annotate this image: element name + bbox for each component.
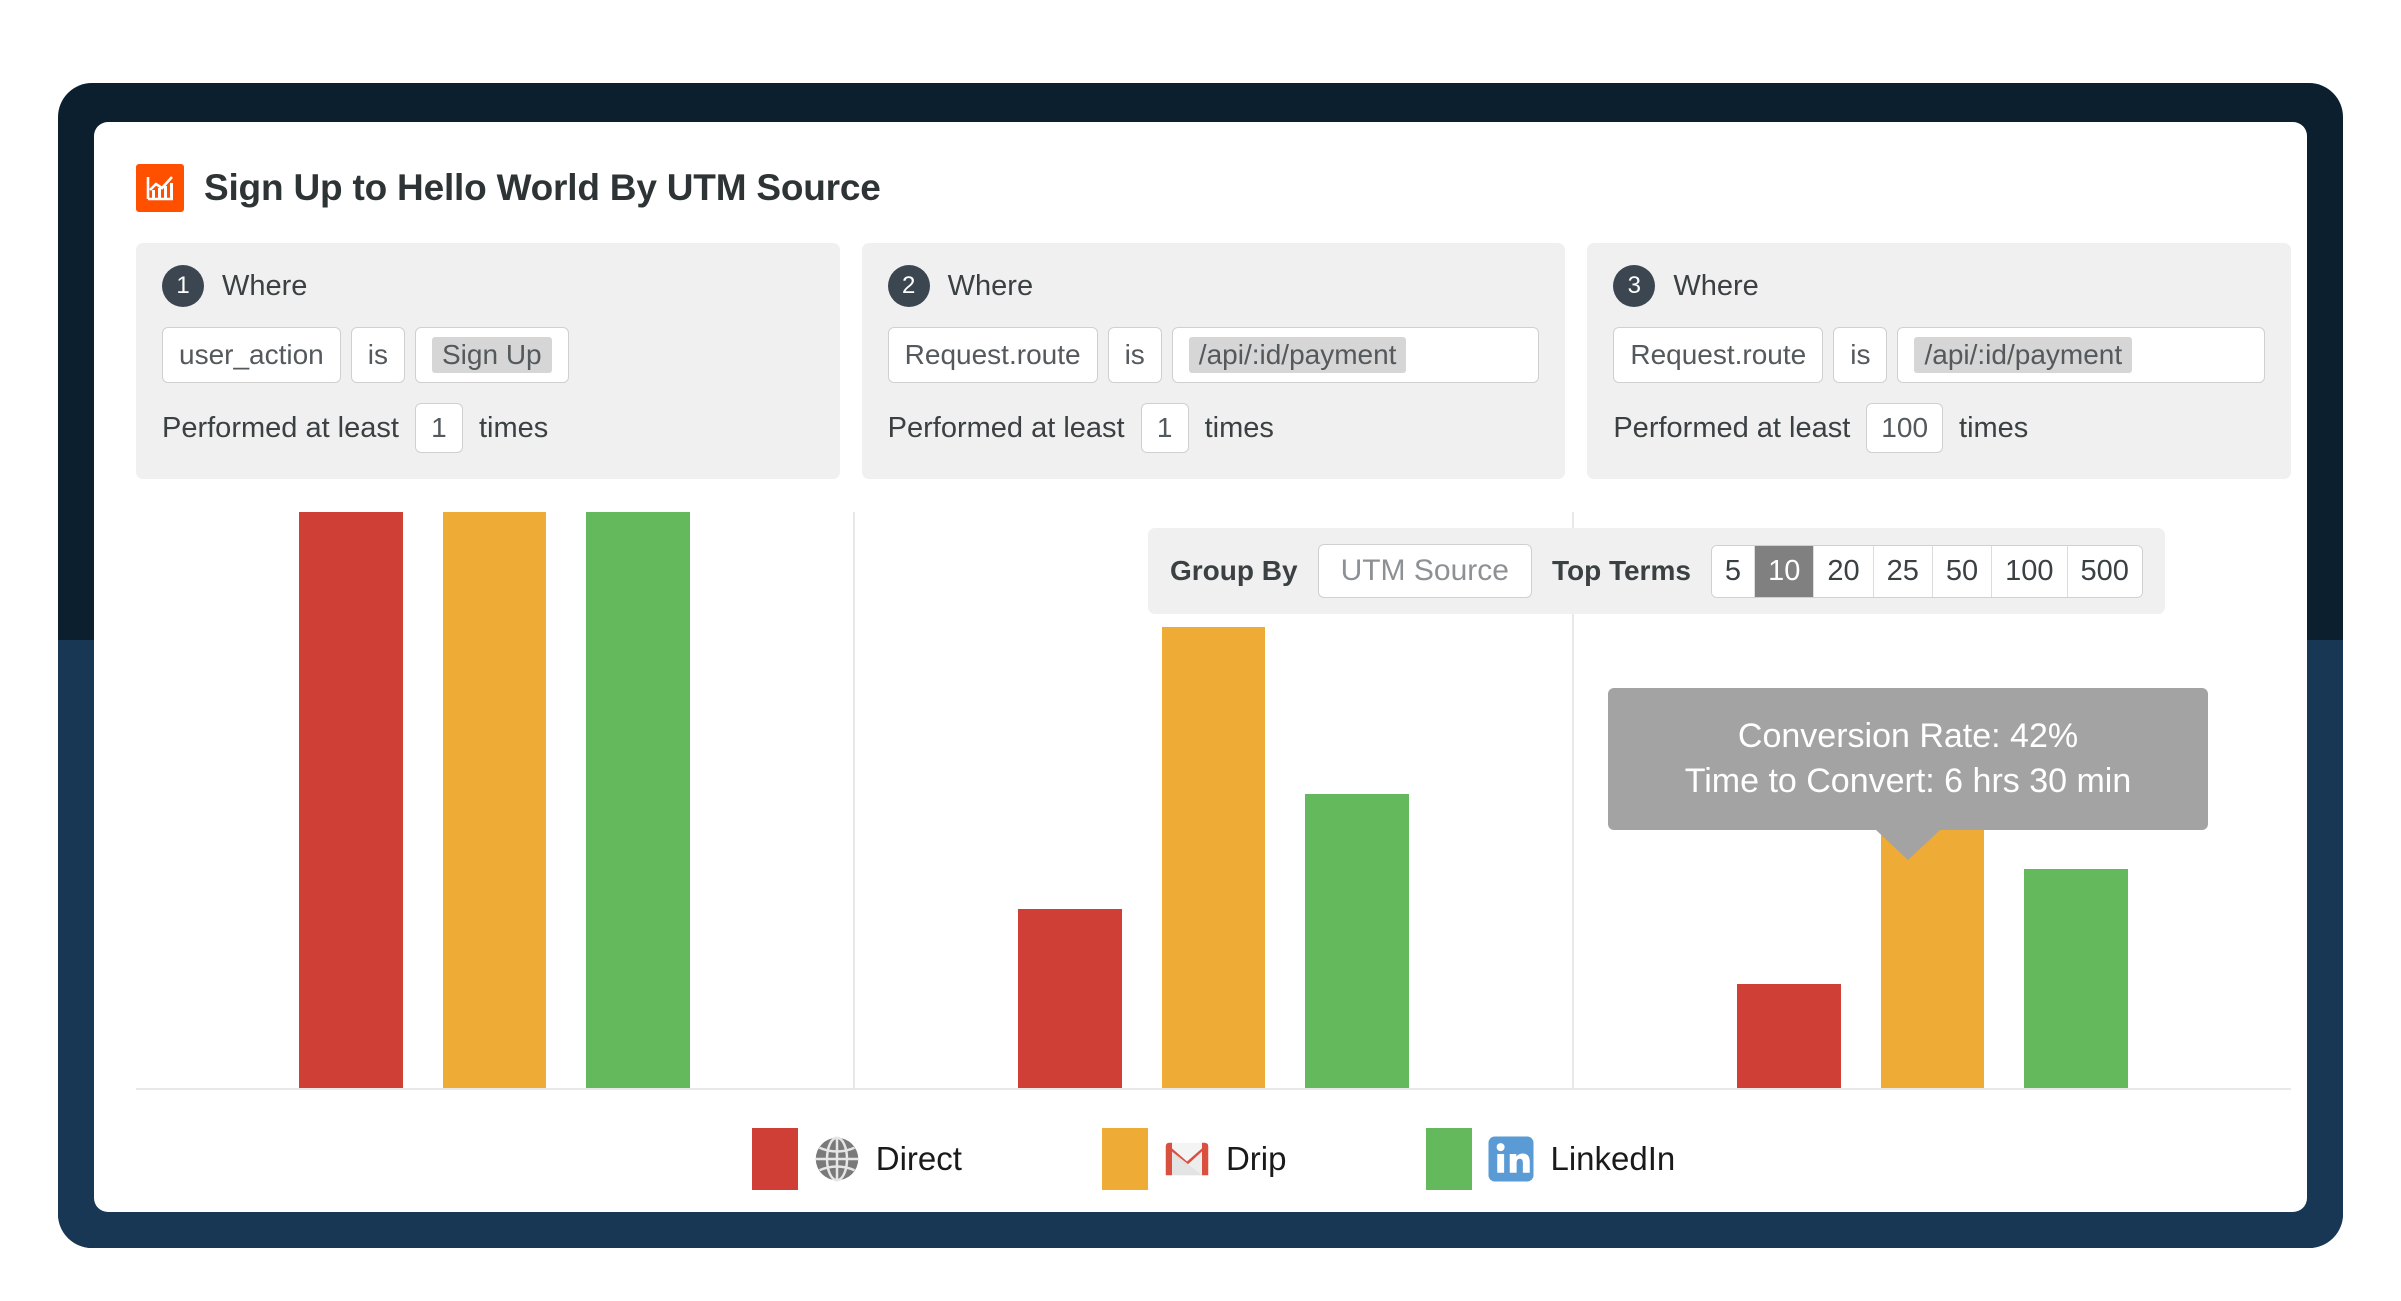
top-terms-label: Top Terms (1551, 555, 1691, 586)
filter-card-1: 1 Where user_action is Sign Up Performed… (136, 243, 840, 479)
page-title: Sign Up to Hello World By UTM Source (204, 167, 881, 208)
operator-select-2[interactable]: is (1107, 327, 1162, 383)
performed-label-3: Performed at least (1613, 411, 1851, 444)
filter-card-2-header: 2 Where (887, 265, 1540, 307)
filter-cards-row: 1 Where user_action is Sign Up Performed… (136, 243, 2292, 479)
performed-row-1: Performed at least 1 times (162, 403, 814, 453)
step-badge-2: 2 (887, 265, 930, 307)
value-input-2[interactable]: /api/:id/payment (1171, 327, 1540, 383)
legend-item-direct[interactable]: Direct (751, 1128, 962, 1190)
bar-direct-2[interactable] (1018, 909, 1122, 1088)
linkedin-icon (1486, 1134, 1536, 1184)
bar-slot (136, 512, 279, 1088)
bar-direct-3[interactable] (1737, 984, 1841, 1088)
filter-card-3-header: 3 Where (1613, 265, 2265, 307)
bar-group-1 (136, 512, 853, 1088)
times-label-3: times (1959, 411, 2029, 444)
bar-slot (423, 512, 566, 1088)
group-by-select[interactable]: UTM Source (1317, 544, 1532, 598)
condition-row-3: Request.route is /api/:id/payment (1613, 327, 2266, 383)
operator-select-3[interactable]: is (1833, 327, 1888, 383)
legend-label: Direct (875, 1140, 962, 1177)
value-chip-1: Sign Up (432, 337, 552, 373)
times-label-1: times (478, 411, 549, 444)
top-terms-option-50[interactable]: 50 (1932, 545, 1993, 597)
where-label-3: Where (1673, 269, 1759, 302)
performed-count-input-1[interactable]: 1 (414, 403, 463, 453)
field-select-3[interactable]: Request.route (1613, 327, 1824, 383)
value-input-1[interactable]: Sign Up (415, 327, 569, 383)
bar-slot (855, 512, 998, 1088)
page-header: Sign Up to Hello World By UTM Source (136, 164, 881, 212)
legend-item-linkedin[interactable]: LinkedIn (1426, 1128, 1675, 1190)
legend-swatch-drip (1101, 1128, 1148, 1190)
bar-slot (566, 512, 709, 1088)
field-select-2[interactable]: Request.route (887, 327, 1098, 383)
gmail-icon (1162, 1134, 1212, 1184)
filter-card-3: 3 Where Request.route is /api/:id/paymen… (1587, 243, 2292, 479)
bar-direct-1[interactable] (299, 512, 403, 1088)
group-by-label: Group By (1170, 555, 1298, 586)
bar-slot (710, 512, 853, 1088)
top-terms-option-25[interactable]: 25 (1873, 545, 1933, 597)
where-label-1: Where (222, 269, 308, 302)
tooltip-arrow (1876, 829, 1940, 860)
bar-chart-icon (136, 164, 184, 212)
bar-linkedin-2[interactable] (1305, 794, 1409, 1088)
condition-row-2: Request.route is /api/:id/payment (887, 327, 1540, 383)
condition-row-1: user_action is Sign Up (162, 327, 814, 383)
step-badge-3: 3 (1613, 265, 1656, 307)
bar-drip-1[interactable] (442, 512, 547, 1088)
performed-row-3: Performed at least 100 times (1613, 403, 2265, 453)
bar-linkedin-3[interactable] (2024, 869, 2128, 1088)
legend-label: Drip (1225, 1140, 1287, 1177)
value-input-3[interactable]: /api/:id/payment (1897, 327, 2266, 383)
bar-slot (998, 512, 1141, 1088)
top-terms-button-group: 5 10 20 25 50 100 500 (1710, 544, 2143, 598)
tooltip-conversion-rate: Conversion Rate: 42% (1737, 717, 2079, 755)
bar-linkedin-1[interactable] (586, 512, 690, 1088)
tooltip-time-to-convert: Time to Convert: 6 hrs 30 min (1684, 761, 2132, 800)
performed-row-2: Performed at least 1 times (888, 403, 1540, 453)
globe-icon (812, 1134, 862, 1184)
value-chip-3: /api/:id/payment (1914, 337, 2133, 373)
group-by-toolbar: Group By UTM Source Top Terms 5 10 20 25 50 1… (1148, 528, 2165, 614)
field-select-1[interactable]: user_action (162, 327, 341, 383)
performed-label-1: Performed at least (162, 411, 399, 444)
filter-card-2: 2 Where Request.route is /api/:id/paymen… (861, 243, 1566, 479)
top-terms-option-5[interactable]: 5 (1711, 545, 1756, 597)
legend-item-drip[interactable]: Drip (1101, 1128, 1287, 1190)
performed-count-input-2[interactable]: 1 (1140, 403, 1189, 453)
top-terms-option-100[interactable]: 100 (1992, 545, 2068, 597)
bar-drip-2[interactable] (1161, 627, 1266, 1088)
filter-card-1-header: 1 Where (162, 265, 814, 307)
chart-panel-1 (136, 512, 855, 1090)
performed-label-2: Performed at least (887, 411, 1125, 444)
step-badge-1: 1 (162, 265, 204, 307)
conversion-tooltip: Conversion Rate: 42% Time to Convert: 6 … (1608, 688, 2208, 860)
top-terms-option-500[interactable]: 500 (2067, 545, 2142, 597)
where-label-2: Where (947, 269, 1034, 302)
bar-slot (279, 512, 422, 1088)
legend-label: LinkedIn (1550, 1140, 1676, 1177)
operator-select-1[interactable]: is (350, 327, 405, 383)
chart-legend: Direct Drip LinkedIn (136, 1128, 2291, 1190)
legend-swatch-direct (751, 1128, 798, 1190)
top-terms-option-20[interactable]: 20 (1814, 545, 1874, 597)
top-terms-option-10[interactable]: 10 (1755, 545, 1815, 597)
value-chip-2: /api/:id/payment (1188, 337, 1407, 373)
legend-swatch-linkedin (1426, 1128, 1473, 1190)
performed-count-input-3[interactable]: 100 (1866, 403, 1944, 453)
times-label-2: times (1204, 411, 1274, 444)
